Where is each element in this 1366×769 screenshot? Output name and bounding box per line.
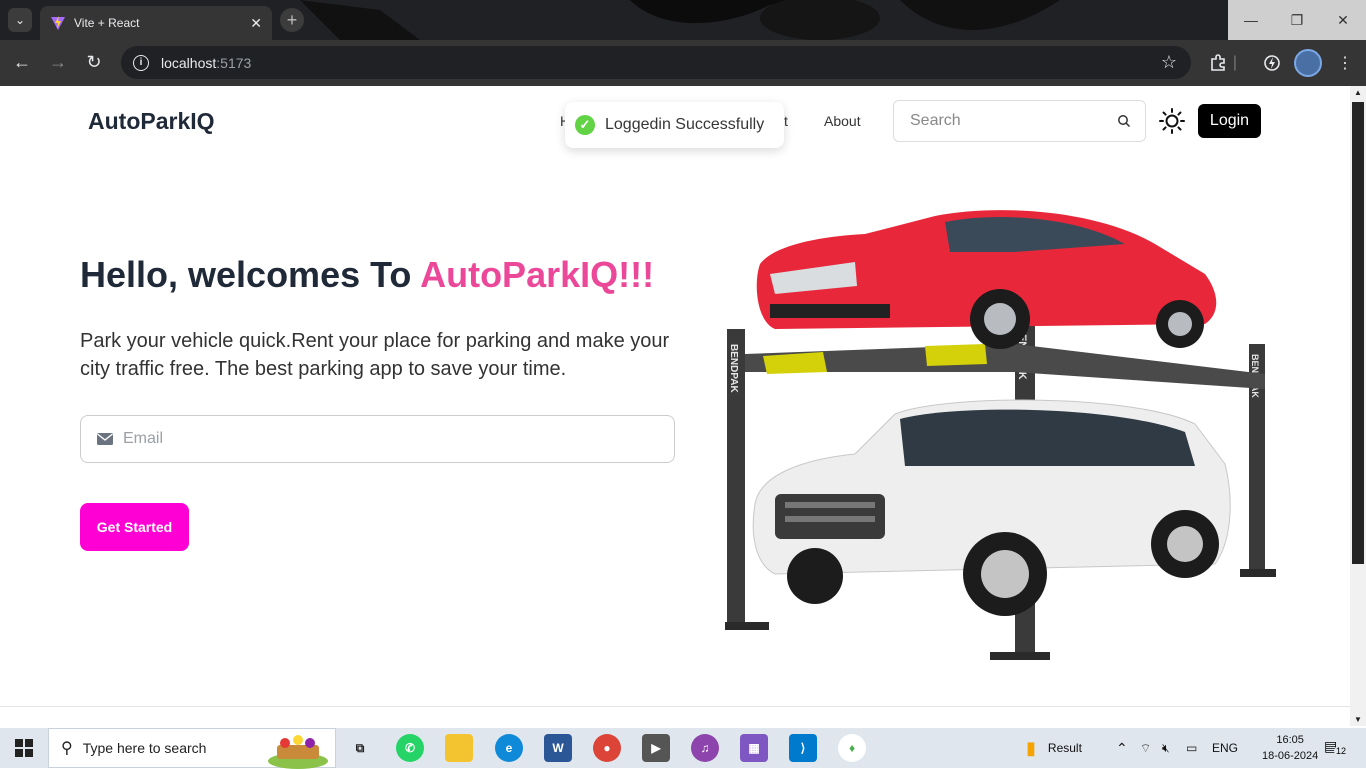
sun-icon[interactable] <box>1158 107 1186 135</box>
site-info-icon[interactable]: i <box>133 54 149 71</box>
extensions-icon[interactable] <box>1203 48 1233 78</box>
browser-toolbar: ← → ↻ i localhost:5173 ☆ | ⋮ <box>0 40 1366 86</box>
notification-count: 12 <box>1334 746 1349 756</box>
windows-taskbar: ⚲ Type here to search ⧉ ✆ e W ● ▶ ♫ ▦ ⟩ … <box>0 728 1366 769</box>
trophy-icon: ▮ <box>1026 737 1036 758</box>
menu-kebab-icon[interactable]: ⋮ <box>1330 48 1360 78</box>
tab-close-icon[interactable]: ✕ <box>250 15 262 32</box>
taskbar-search-placeholder: Type here to search <box>82 740 207 756</box>
vscode-icon[interactable]: ⟩ <box>789 734 817 762</box>
lift-post-label: BENDPAK <box>728 344 739 393</box>
tab-title: Vite + React <box>74 16 140 30</box>
restore-button[interactable]: ❐ <box>1274 0 1320 40</box>
clock[interactable]: 16:05 18-06-2024 <box>1262 732 1318 764</box>
result-widget[interactable]: ▮ Result <box>1026 728 1082 768</box>
whatsapp-icon[interactable]: ✆ <box>396 734 424 762</box>
volume-muted-icon[interactable]: 🔇︎ <box>1162 728 1170 768</box>
chrome-icon[interactable]: ● <box>593 734 621 762</box>
toolbar-divider: | <box>1232 54 1238 71</box>
page-scrollbar[interactable]: ▲ ▼ <box>1350 86 1366 726</box>
email-field-wrapper <box>80 415 675 463</box>
audio-app-icon[interactable]: ♫ <box>691 734 719 762</box>
profile-avatar[interactable] <box>1294 49 1322 77</box>
show-hidden-icons[interactable]: ⌃ <box>1116 728 1128 768</box>
search-box <box>893 100 1146 142</box>
login-button[interactable]: Login <box>1198 104 1261 138</box>
scroll-down-icon[interactable]: ▼ <box>1354 715 1362 724</box>
check-circle-icon: ✓ <box>575 115 595 135</box>
notification-icon[interactable]: ▤ 12 <box>1324 738 1349 756</box>
search-icon[interactable] <box>1117 114 1131 128</box>
search-input[interactable] <box>910 112 1117 130</box>
network-icon[interactable]: ⌔ <box>1140 728 1151 768</box>
scroll-up-icon[interactable]: ▲ <box>1354 88 1362 97</box>
language-indicator[interactable]: ENG <box>1212 728 1238 768</box>
hero-title-accent: AutoParkIQ!!! <box>420 254 655 295</box>
success-toast: ✓ Loggedin Successfully <box>565 102 784 148</box>
file-explorer-icon[interactable] <box>445 734 473 762</box>
back-icon[interactable]: ← <box>11 52 33 73</box>
hero-title: Hello, welcomes To AutoParkIQ!!! <box>80 254 654 296</box>
email-input[interactable] <box>123 430 674 448</box>
edge-icon[interactable]: e <box>495 734 523 762</box>
close-window-button[interactable]: ✕ <box>1320 0 1366 40</box>
hero-title-prefix: Hello, welcomes To <box>80 254 421 295</box>
taskbar-search[interactable]: ⚲ Type here to search <box>48 728 336 769</box>
new-tab-button[interactable]: + <box>280 8 304 32</box>
task-view-icon[interactable]: ⧉ <box>346 734 374 762</box>
bookmark-star-icon[interactable]: ☆ <box>1161 52 1177 73</box>
video-editor-icon[interactable]: ▦ <box>740 734 768 762</box>
browser-tab-active[interactable]: Vite + React ✕ <box>40 6 272 40</box>
brand-logo[interactable]: AutoParkIQ <box>88 108 215 135</box>
url-host: localhost <box>161 54 217 71</box>
hero-description: Park your vehicle quick.Rent your place … <box>80 330 670 380</box>
search-icon: ⚲ <box>61 740 73 757</box>
minimize-button[interactable]: — <box>1228 0 1274 40</box>
theme-background-art <box>300 0 1060 40</box>
address-bar[interactable]: i localhost:5173 ☆ <box>121 46 1191 79</box>
get-started-button[interactable]: Get Started <box>80 503 189 551</box>
page-content: AutoParkIQ H ct About Login ✓ Loggedin S… <box>0 86 1350 708</box>
url-port: :5173 <box>216 54 252 71</box>
car-parking-lift-image: BENDPAK BENDPAK BENDPAK <box>725 210 1276 660</box>
toast-message: Loggedin Successfully <box>605 116 765 133</box>
windows-start-icon[interactable] <box>0 728 48 768</box>
word-icon[interactable]: W <box>544 734 572 762</box>
clock-time: 16:05 <box>1276 734 1304 746</box>
tab-search-button[interactable]: ⌄ <box>8 8 32 32</box>
forward-icon[interactable]: → <box>47 52 69 73</box>
mail-icon <box>97 433 113 445</box>
footer-divider <box>0 706 1350 707</box>
fruit-basket-icon <box>268 735 328 769</box>
performance-icon[interactable] <box>1257 48 1287 78</box>
reload-icon[interactable]: ↻ <box>83 52 105 73</box>
vite-icon <box>51 16 65 30</box>
browser-tab-strip: ⌄ Vite + React ✕ + — ❐ ✕ <box>0 0 1366 40</box>
nav-link-about[interactable]: About <box>824 113 861 129</box>
window-controls: — ❐ ✕ <box>1228 0 1366 40</box>
media-player-icon[interactable]: ▶ <box>642 734 670 762</box>
battery-icon[interactable]: ▭ <box>1186 728 1197 768</box>
result-label: Result <box>1047 741 1082 755</box>
clock-date: 18-06-2024 <box>1262 750 1319 762</box>
scrollbar-thumb[interactable] <box>1352 102 1364 564</box>
mongodb-icon[interactable]: ♦ <box>838 734 866 762</box>
